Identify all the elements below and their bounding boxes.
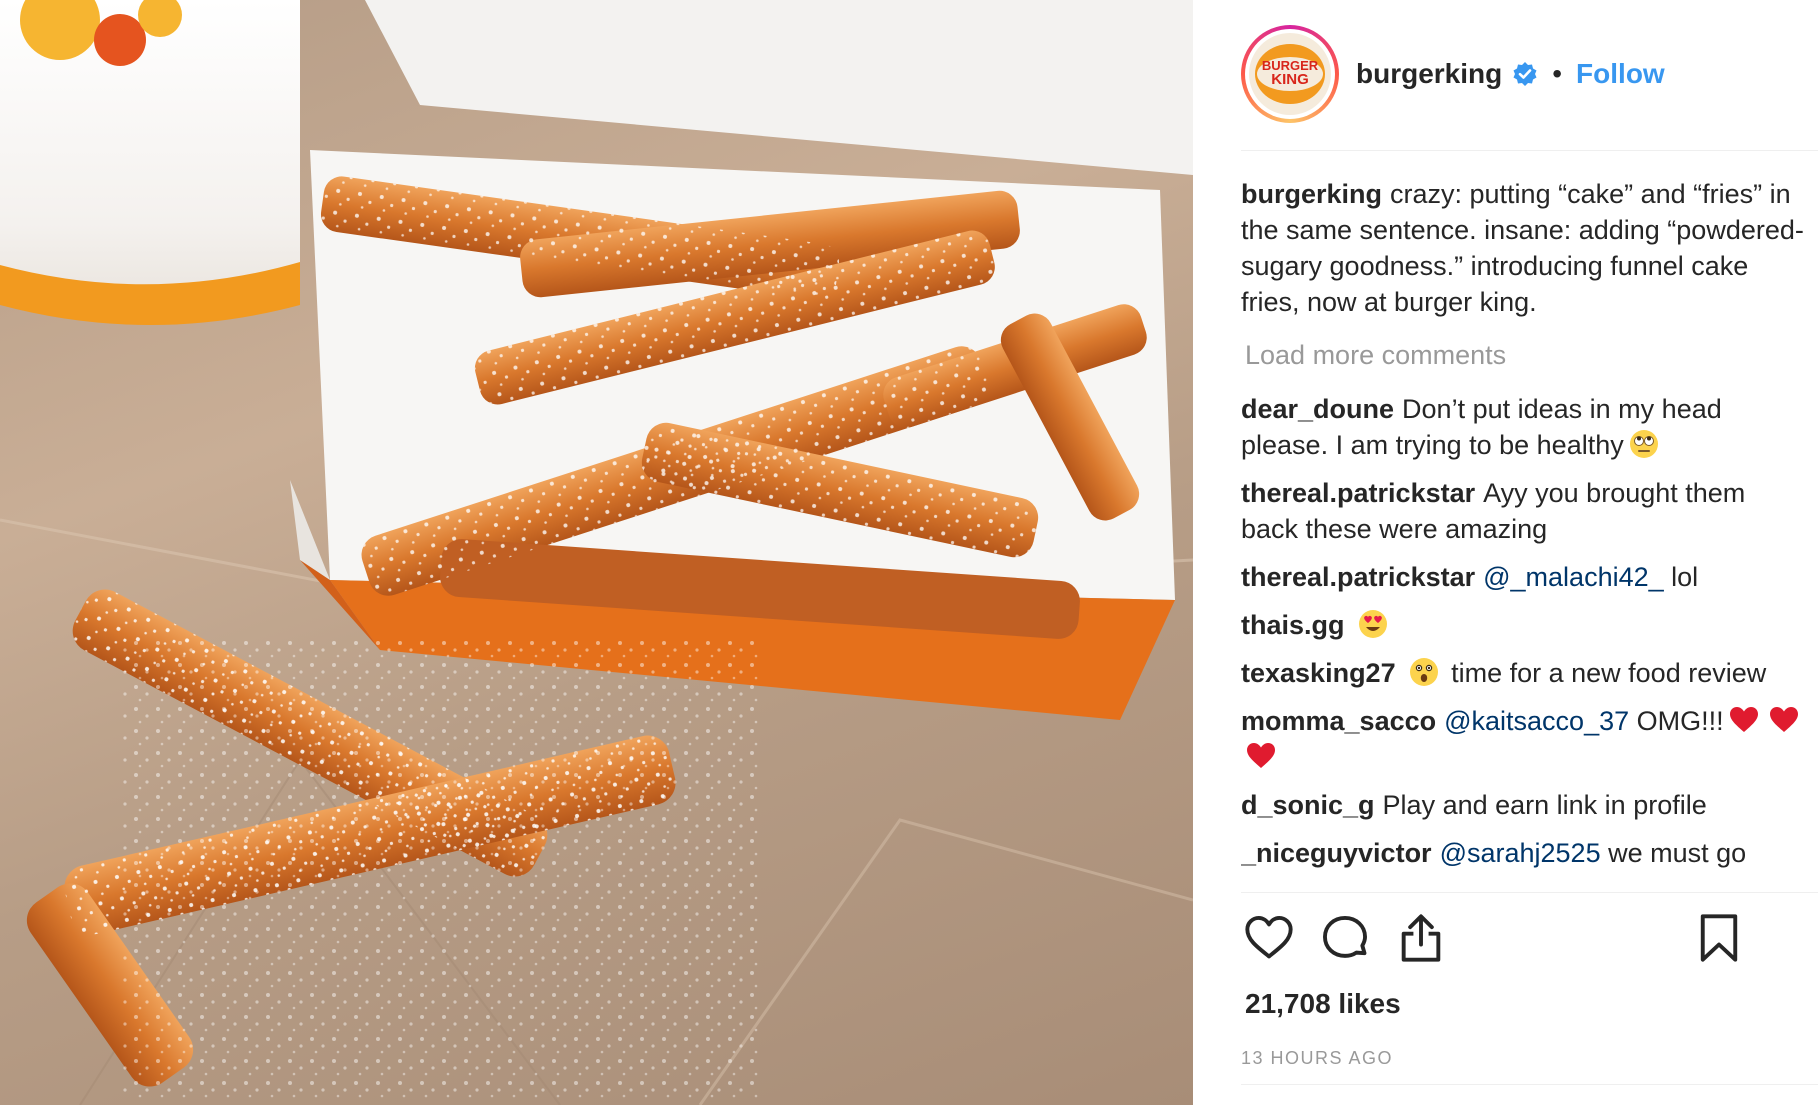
bookmark-icon: [1700, 914, 1738, 962]
comment-row: thais.gg: [1241, 607, 1806, 643]
action-bar: [1241, 910, 1801, 974]
comment-username[interactable]: _niceguyvictor: [1241, 838, 1432, 868]
verified-badge-icon: [1512, 61, 1538, 87]
astonished-emoji-icon: [1408, 656, 1440, 688]
share-upload-icon: [1401, 914, 1441, 962]
comment-username[interactable]: momma_sacco: [1241, 706, 1436, 736]
post-caption: burgerking crazy: putting “cake” and “fri…: [1241, 176, 1806, 320]
comment-bubble-icon: [1323, 916, 1367, 958]
mention-link[interactable]: @sarahj2525: [1440, 838, 1601, 868]
divider: [1241, 1084, 1818, 1085]
comment-username[interactable]: texasking27: [1241, 658, 1396, 688]
comment-username[interactable]: dear_doune: [1241, 394, 1394, 424]
divider: [1241, 892, 1818, 893]
comment-row: momma_sacco @kaitsacco_37 OMG!!!: [1241, 703, 1806, 775]
share-button[interactable]: [1393, 910, 1449, 966]
comments-list[interactable]: burgerking crazy: putting “cake” and “fri…: [1241, 176, 1806, 890]
comment-username[interactable]: thais.gg: [1241, 610, 1345, 640]
divider: [1241, 150, 1818, 151]
comment-username[interactable]: thereal.patrickstar: [1241, 562, 1475, 592]
comment-row: d_sonic_g Play and earn link in profile: [1241, 787, 1806, 823]
comment-username[interactable]: thereal.patrickstar: [1241, 478, 1475, 508]
load-more-comments-button[interactable]: Load more comments: [1245, 340, 1506, 371]
logo-text-bottom: KING: [1271, 71, 1309, 88]
post-timestamp[interactable]: 13 HOURS AGO: [1241, 1048, 1393, 1069]
heart-icon: [1245, 916, 1293, 959]
red-heart-emoji-icon: [1245, 740, 1277, 772]
comment-text: OMG!!!: [1629, 706, 1724, 736]
comment-row: texasking27 time for a new food review: [1241, 655, 1806, 691]
post-header: BURGER KING burgerking • Follow: [1241, 22, 1818, 126]
burger-king-logo-icon: BURGER KING: [1255, 44, 1325, 104]
instagram-post: BURGER KING burgerking • Follow burgerki…: [0, 0, 1818, 1105]
burger-king-logo: BURGER KING: [1249, 33, 1331, 115]
comment-row: thereal.patrickstar Ayy you brought them …: [1241, 475, 1806, 547]
comment-row: dear_doune Don’t put ideas in my head ple…: [1241, 391, 1806, 463]
comment-text: time for a new food review: [1443, 658, 1767, 688]
comment-text: Play and earn link in profile: [1382, 790, 1707, 820]
likes-count[interactable]: 21,708 likes: [1245, 988, 1401, 1020]
follow-button[interactable]: Follow: [1576, 58, 1665, 90]
header-separator: •: [1552, 58, 1563, 89]
comment-row: _niceguyvictor @sarahj2525 we must go: [1241, 835, 1806, 871]
comment-username[interactable]: d_sonic_g: [1241, 790, 1375, 820]
caption-username[interactable]: burgerking: [1241, 179, 1382, 209]
save-button[interactable]: [1691, 910, 1747, 966]
post-side-panel: BURGER KING burgerking • Follow burgerki…: [1193, 0, 1818, 1105]
comment-text: we must go: [1600, 838, 1747, 868]
heart-eyes-emoji-icon: [1357, 608, 1389, 640]
header-username[interactable]: burgerking: [1356, 58, 1502, 90]
comment-row: thereal.patrickstar @_malachi42_ lol: [1241, 559, 1806, 595]
funnel-cake-fries-illustration: [0, 0, 1193, 1105]
comment-button[interactable]: [1317, 910, 1373, 966]
comment-text: lol: [1663, 562, 1699, 592]
mention-link[interactable]: @kaitsacco_37: [1444, 706, 1629, 736]
rolling-eyes-emoji-icon: [1628, 428, 1660, 460]
red-heart-emoji-icon: [1768, 704, 1800, 736]
mention-link[interactable]: @_malachi42_: [1483, 562, 1664, 592]
red-heart-emoji-icon: [1728, 704, 1760, 736]
comment-thread: dear_doune Don’t put ideas in my head ple…: [1241, 391, 1806, 871]
avatar[interactable]: BURGER KING: [1241, 25, 1339, 123]
post-photo[interactable]: [0, 0, 1193, 1105]
like-button[interactable]: [1241, 910, 1297, 966]
